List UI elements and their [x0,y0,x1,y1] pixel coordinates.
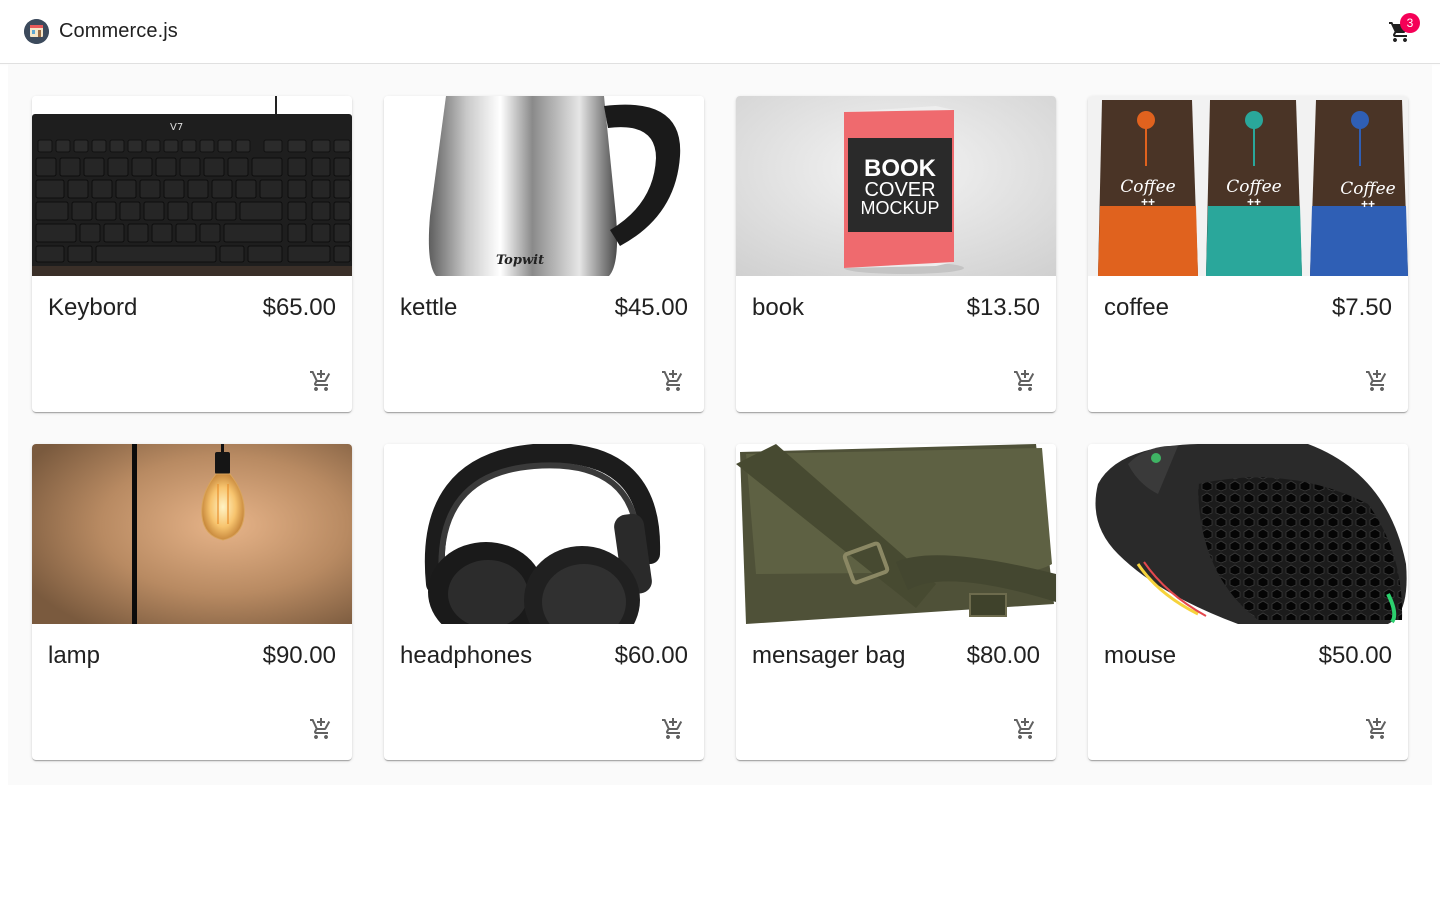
product-card: lamp $90.00 [32,444,352,760]
cart-count-badge: 3 [1400,12,1420,33]
cart-button[interactable]: 3 [1380,12,1420,52]
product-name: Keybord [48,294,138,321]
coffee-sub-2: ++ [1247,195,1261,209]
brand[interactable]: Commerce.js [24,19,178,44]
coffee-label-1: Coffee [1120,177,1175,197]
product-card: mensager bag $80.00 [736,444,1056,760]
product-price: $50.00 [1318,642,1392,669]
product-image-keyboard: V7 [32,96,352,276]
add-shopping-cart-icon [662,370,683,391]
product-price: $80.00 [966,642,1040,669]
svg-text:V7: V7 [170,122,183,133]
product-price: $13.50 [966,294,1040,321]
coffee-label-3: Coffee [1340,179,1395,199]
product-image-bag [736,444,1056,624]
product-price: $7.50 [1331,294,1392,321]
product-card: Topwit kettle $45.00 [384,96,704,412]
book-line3: MOCKUP [860,198,939,218]
product-image-mouse [1088,444,1408,624]
product-name: kettle [400,294,458,321]
app-bar: Commerce.js 3 [0,0,1440,64]
app-title: Commerce.js [59,20,178,42]
product-image-lamp [32,444,352,624]
add-shopping-cart-icon [310,370,331,391]
product-price: $90.00 [262,642,336,669]
add-to-cart-button[interactable] [1362,714,1392,744]
product-name: book [752,294,805,321]
product-card: Coffee ++ Coffee ++ Coffee ++ coffee $7.… [1088,96,1408,412]
add-to-cart-button[interactable] [306,366,336,396]
product-card: headphones $60.00 [384,444,704,760]
product-card: mouse $50.00 [1088,444,1408,760]
coffee-label-2: Coffee [1226,177,1281,197]
add-to-cart-button[interactable] [658,366,688,396]
add-shopping-cart-icon [1014,718,1035,739]
product-list: V7 Keybord $65.00 Topwit kettle $45.00 B… [8,64,1432,785]
product-name: coffee [1104,294,1169,321]
add-shopping-cart-icon [1366,718,1387,739]
product-name: headphones [400,642,533,669]
product-image-kettle: Topwit [384,96,704,276]
product-price: $60.00 [614,642,688,669]
product-name: lamp [48,642,101,669]
product-price: $45.00 [614,294,688,321]
coffee-sub-3: ++ [1361,197,1375,211]
product-card: V7 Keybord $65.00 [32,96,352,412]
product-price: $65.00 [262,294,336,321]
kettle-brand-text: Topwit [496,253,544,268]
add-shopping-cart-icon [662,718,683,739]
product-image-coffee: Coffee ++ Coffee ++ Coffee ++ [1088,96,1408,276]
add-shopping-cart-icon [1014,370,1035,391]
add-to-cart-button[interactable] [1010,714,1040,744]
add-to-cart-button[interactable] [658,714,688,744]
add-shopping-cart-icon [310,718,331,739]
add-to-cart-button[interactable] [1362,366,1392,396]
product-card: BOOK COVER MOCKUP book $13.50 [736,96,1056,412]
add-to-cart-button[interactable] [1010,366,1040,396]
product-image-book: BOOK COVER MOCKUP [736,96,1056,276]
coffee-sub-1: ++ [1141,195,1155,209]
book-line1: BOOK [864,155,937,182]
product-name: mouse [1104,642,1177,669]
product-image-headphones [384,444,704,624]
store-logo-icon [24,19,49,44]
add-to-cart-button[interactable] [306,714,336,744]
product-name: mensager bag [752,642,906,669]
add-shopping-cart-icon [1366,370,1387,391]
